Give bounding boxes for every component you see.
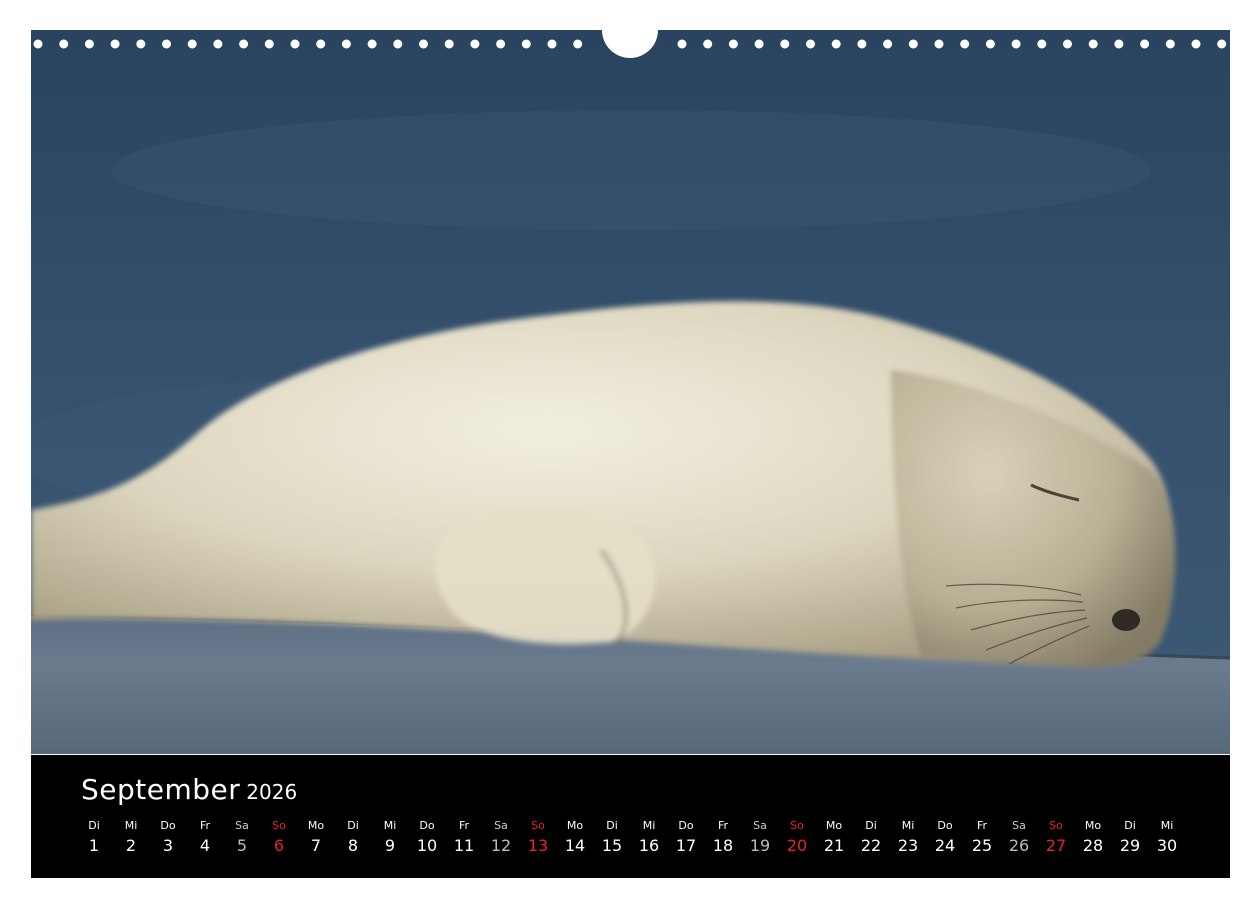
weekday-label: So xyxy=(1049,819,1063,832)
day-column: Mi 9 xyxy=(372,819,408,855)
day-number: 24 xyxy=(934,836,956,855)
weekday-label: Di xyxy=(1124,819,1136,832)
day-column: Fr 25 xyxy=(964,819,1000,855)
day-number: 14 xyxy=(564,836,586,855)
day-number: 30 xyxy=(1156,836,1178,855)
day-number: 18 xyxy=(712,836,734,855)
weekday-label: Do xyxy=(419,819,435,832)
day-number: 10 xyxy=(416,836,438,855)
day-column: Sa 5 xyxy=(224,819,260,855)
day-column: Do 17 xyxy=(668,819,704,855)
calendar-bar: September 2026 Di 1 Mi 2 Do 3 Fr 4 Sa 5 So 6 Mo 7 Di 8 Mi… xyxy=(31,755,1230,878)
weekday-label: Sa xyxy=(494,819,508,832)
day-number: 8 xyxy=(347,836,359,855)
day-column: Do 24 xyxy=(927,819,963,855)
weekday-label: Mo xyxy=(307,819,325,832)
day-column: Do 3 xyxy=(150,819,186,855)
day-column: Do 10 xyxy=(409,819,445,855)
weekday-label: Mo xyxy=(825,819,843,832)
day-number: 2 xyxy=(125,836,137,855)
day-column: Sa 26 xyxy=(1001,819,1037,855)
day-column: Mi 23 xyxy=(890,819,926,855)
weekday-label: Fr xyxy=(976,819,988,832)
weekday-label: Di xyxy=(865,819,877,832)
day-number: 1 xyxy=(88,836,100,855)
weekday-label: Mo xyxy=(1084,819,1102,832)
day-number: 4 xyxy=(199,836,211,855)
day-column: Fr 11 xyxy=(446,819,482,855)
day-column: Mo 7 xyxy=(298,819,334,855)
day-column: Sa 12 xyxy=(483,819,519,855)
day-column: Di 8 xyxy=(335,819,371,855)
day-number: 3 xyxy=(162,836,174,855)
weekday-label: Mi xyxy=(642,819,656,832)
day-number: 16 xyxy=(638,836,660,855)
weekday-label: Mi xyxy=(383,819,397,832)
weekday-label: Di xyxy=(88,819,100,832)
weekday-label: Fr xyxy=(458,819,470,832)
day-column: So 27 xyxy=(1038,819,1074,855)
day-number: 17 xyxy=(675,836,697,855)
weekday-label: Do xyxy=(678,819,694,832)
day-column: Mo 21 xyxy=(816,819,852,855)
day-number: 22 xyxy=(860,836,882,855)
day-column: Fr 18 xyxy=(705,819,741,855)
day-number: 7 xyxy=(310,836,322,855)
day-number: 21 xyxy=(823,836,845,855)
day-number: 27 xyxy=(1045,836,1067,855)
weekday-label: Do xyxy=(937,819,953,832)
weekday-label: Mi xyxy=(124,819,138,832)
seal-pup-photo xyxy=(31,30,1230,754)
weekday-label: Do xyxy=(160,819,176,832)
day-number: 15 xyxy=(601,836,623,855)
month-title: September 2026 xyxy=(81,773,297,806)
weekday-label: Di xyxy=(606,819,618,832)
day-column: Mi 16 xyxy=(631,819,667,855)
day-column: Di 1 xyxy=(76,819,112,855)
day-number: 6 xyxy=(273,836,285,855)
weekday-label: Sa xyxy=(753,819,767,832)
day-number: 9 xyxy=(384,836,396,855)
month-name: September xyxy=(81,773,241,806)
weekday-label: Sa xyxy=(1012,819,1026,832)
weekday-label: So xyxy=(272,819,286,832)
year: 2026 xyxy=(246,780,298,804)
calendar-page: September 2026 Di 1 Mi 2 Do 3 Fr 4 Sa 5 So 6 Mo 7 Di 8 Mi… xyxy=(0,0,1260,908)
weekday-label: Fr xyxy=(717,819,729,832)
day-column: Mo 28 xyxy=(1075,819,1111,855)
day-number: 19 xyxy=(749,836,771,855)
day-number: 13 xyxy=(527,836,549,855)
day-column: So 13 xyxy=(520,819,556,855)
day-column: Di 15 xyxy=(594,819,630,855)
day-column: Mo 14 xyxy=(557,819,593,855)
weekday-label: Sa xyxy=(235,819,249,832)
day-number: 28 xyxy=(1082,836,1104,855)
day-column: Fr 4 xyxy=(187,819,223,855)
day-number: 12 xyxy=(490,836,512,855)
weekday-label: Mo xyxy=(566,819,584,832)
weekday-label: Di xyxy=(347,819,359,832)
day-number: 20 xyxy=(786,836,808,855)
day-number: 29 xyxy=(1119,836,1141,855)
day-column: Sa 19 xyxy=(742,819,778,855)
day-column: So 20 xyxy=(779,819,815,855)
day-column: Mi 30 xyxy=(1149,819,1185,855)
day-number: 26 xyxy=(1008,836,1030,855)
weekday-label: So xyxy=(531,819,545,832)
day-number: 11 xyxy=(453,836,475,855)
weekday-label: Mi xyxy=(1160,819,1174,832)
weekday-label: Mi xyxy=(901,819,915,832)
day-column: So 6 xyxy=(261,819,297,855)
day-column: Mi 2 xyxy=(113,819,149,855)
weekday-label: Fr xyxy=(199,819,211,832)
day-column: Di 22 xyxy=(853,819,889,855)
day-number: 5 xyxy=(236,836,248,855)
weekday-label: So xyxy=(790,819,804,832)
day-column: Di 29 xyxy=(1112,819,1148,855)
day-number: 23 xyxy=(897,836,919,855)
day-number: 25 xyxy=(971,836,993,855)
